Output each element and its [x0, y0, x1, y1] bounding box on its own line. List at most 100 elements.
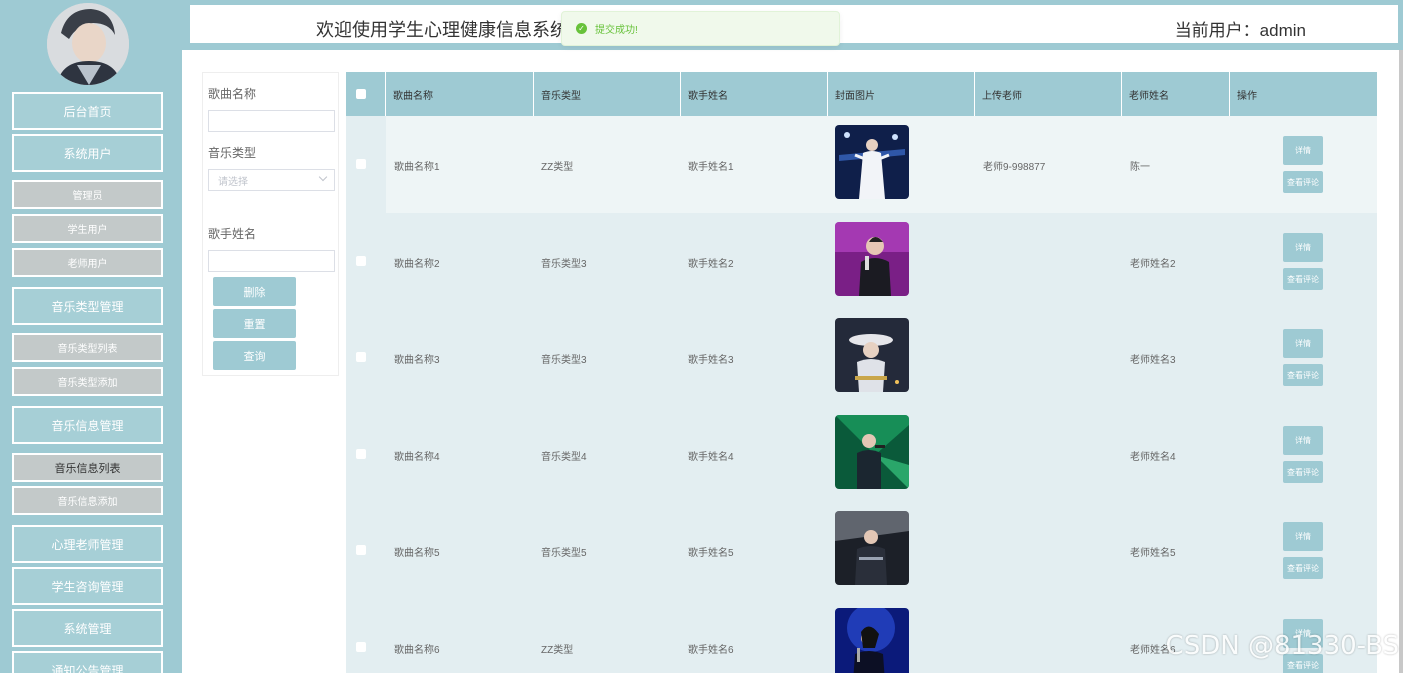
sidebar-item[interactable]: 管理员: [12, 180, 163, 209]
view-comments-button[interactable]: 查看评论: [1283, 364, 1323, 386]
row-checkbox[interactable]: [356, 256, 366, 266]
scrollbar-thumb[interactable]: [1399, 50, 1403, 673]
scrollbar[interactable]: [1399, 50, 1403, 673]
row-checkbox-cell: [346, 213, 386, 310]
sidebar-item[interactable]: 后台首页: [12, 92, 163, 130]
music-type-cell: ZZ类型: [541, 162, 574, 173]
singer-cell: 歌手姓名4: [688, 452, 734, 463]
sidebar-item[interactable]: 音乐信息添加: [12, 486, 163, 515]
cover-image[interactable]: [835, 511, 909, 585]
music-type-cell: 音乐类型4: [541, 452, 587, 463]
column-header: 歌手姓名: [681, 72, 828, 116]
sidebar-item[interactable]: 学生用户: [12, 214, 163, 243]
row-checkbox[interactable]: [356, 545, 366, 555]
sidebar-item-label: 音乐类型管理: [51, 299, 124, 314]
view-comments-button[interactable]: 查看评论: [1283, 268, 1323, 290]
column-header: 音乐类型: [534, 72, 681, 116]
sidebar-item[interactable]: 音乐类型添加: [12, 367, 163, 396]
detail-button[interactable]: 详情: [1283, 136, 1323, 165]
detail-button[interactable]: 详情: [1283, 329, 1323, 358]
search-panel: 歌曲名称 音乐类型 请选择 歌手姓名 删除 重置 查询: [202, 72, 339, 376]
sidebar-item-label: 音乐信息列表: [54, 462, 121, 475]
music-type-cell: 音乐类型5: [541, 548, 587, 559]
cover-image[interactable]: [835, 415, 909, 489]
detail-button[interactable]: 详情: [1283, 426, 1323, 455]
select-all-checkbox[interactable]: [356, 89, 366, 99]
app-window: 后台首页 系统用户 管理员 学生用户 老师用户 音乐类型管理 音乐类型列表 音乐类型添加 音乐信…: [0, 0, 1403, 673]
song-name-cell: 歌曲名称2: [394, 259, 440, 270]
row-checkbox[interactable]: [356, 159, 366, 169]
singer-label: 歌手姓名: [208, 227, 257, 241]
detail-button[interactable]: 详情: [1283, 233, 1323, 262]
song-name-cell: 歌曲名称6: [394, 645, 440, 656]
detail-button[interactable]: 详情: [1283, 522, 1323, 551]
sidebar-item-label: 音乐类型列表: [57, 344, 118, 355]
sidebar-item[interactable]: 音乐信息列表: [12, 453, 163, 482]
song-name-cell: 歌曲名称1: [394, 162, 440, 173]
sidebar-item[interactable]: 音乐类型列表: [12, 333, 163, 362]
header-checkbox-cell: [346, 72, 386, 116]
query-button[interactable]: 查询: [213, 341, 296, 370]
column-header: 封面图片: [828, 72, 975, 116]
sidebar-item-label: 系统管理: [63, 621, 112, 636]
sidebar-item[interactable]: 系统用户: [12, 134, 163, 172]
view-comments-button[interactable]: 查看评论: [1283, 171, 1323, 193]
sidebar-item[interactable]: 音乐信息管理: [12, 406, 163, 444]
row-checkbox[interactable]: [356, 352, 366, 362]
cover-image[interactable]: [835, 318, 909, 392]
sidebar-item-label: 后台首页: [63, 104, 112, 119]
sidebar-item[interactable]: 通知公告管理: [12, 651, 163, 673]
singer-cell: 歌手姓名6: [688, 645, 734, 656]
music-type-label: 音乐类型: [208, 146, 257, 160]
table-row: 歌曲名称3 音乐类型3 歌手姓名3 老师姓名3 详情 查看评论: [346, 309, 1377, 406]
singer-cell: 歌手姓名5: [688, 548, 734, 559]
sidebar-item[interactable]: 音乐类型管理: [12, 287, 163, 325]
row-checkbox-cell: [346, 502, 386, 599]
music-type-cell: 音乐类型3: [541, 355, 587, 366]
music-type-select[interactable]: 请选择: [208, 169, 335, 191]
column-header: 歌曲名称: [386, 72, 534, 116]
column-header: 老师姓名: [1122, 72, 1230, 116]
uploader-cell: 老师9-998877: [983, 162, 1046, 173]
sidebar-item-label: 管理员: [72, 191, 103, 202]
sidebar-item-label: 音乐信息管理: [51, 418, 124, 433]
teacher-name-cell: 老师姓名4: [1130, 452, 1176, 463]
row-checkbox[interactable]: [356, 449, 366, 459]
song-name-label: 歌曲名称: [208, 87, 257, 101]
delete-button[interactable]: 删除: [213, 277, 296, 306]
reset-button[interactable]: 重置: [213, 309, 296, 338]
music-type-cell: ZZ类型: [541, 645, 574, 656]
table-header: 歌曲名称 音乐类型 歌手姓名 封面图片 上传老师 老师姓名 操作: [346, 72, 1377, 116]
table-row: 歌曲名称5 音乐类型5 歌手姓名5 老师姓名5 详情查看评论: [346, 502, 1377, 599]
singer-cell: 歌手姓名1: [688, 162, 734, 173]
toast-message: 提交成功!: [595, 25, 638, 36]
singer-input[interactable]: [208, 250, 335, 272]
teacher-name-cell: 老师姓名5: [1130, 548, 1176, 559]
sidebar-item[interactable]: 学生咨询管理: [12, 567, 163, 605]
singer-cell: 歌手姓名2: [688, 259, 734, 270]
success-toast: ✓ 提交成功!: [561, 11, 840, 46]
success-check-icon: ✓: [576, 23, 587, 34]
cover-image[interactable]: [835, 125, 909, 199]
view-comments-button[interactable]: 查看评论: [1283, 557, 1323, 579]
sidebar-item-label: 学生咨询管理: [51, 579, 124, 594]
view-comments-button[interactable]: 查看评论: [1283, 461, 1323, 483]
song-name-input[interactable]: [208, 110, 335, 132]
singer-cell: 歌手姓名3: [688, 355, 734, 366]
sidebar-item-label: 老师用户: [67, 259, 108, 270]
watermark: CSDN @81330-BS: [1165, 631, 1399, 661]
sidebar-item[interactable]: 老师用户: [12, 248, 163, 277]
cover-image[interactable]: [835, 608, 909, 673]
table-row: 歌曲名称1 ZZ类型 歌手姓名1 老师9-998877 陈一 详情 查看评论: [346, 116, 1377, 213]
teacher-name-cell: 老师姓名2: [1130, 259, 1176, 270]
sidebar-item[interactable]: 心理老师管理: [12, 525, 163, 563]
sidebar-item[interactable]: 系统管理: [12, 609, 163, 647]
table-row: 歌曲名称2 音乐类型3 歌手姓名2 老师姓名2 详情 查看评论: [346, 213, 1377, 310]
cover-image[interactable]: [835, 222, 909, 296]
row-checkbox[interactable]: [356, 642, 366, 652]
sidebar-item-label: 学生用户: [67, 225, 108, 236]
row-checkbox-cell: [346, 116, 386, 213]
song-name-cell: 歌曲名称5: [394, 548, 440, 559]
row-checkbox-cell: [346, 406, 386, 503]
song-name-cell: 歌曲名称4: [394, 452, 440, 463]
